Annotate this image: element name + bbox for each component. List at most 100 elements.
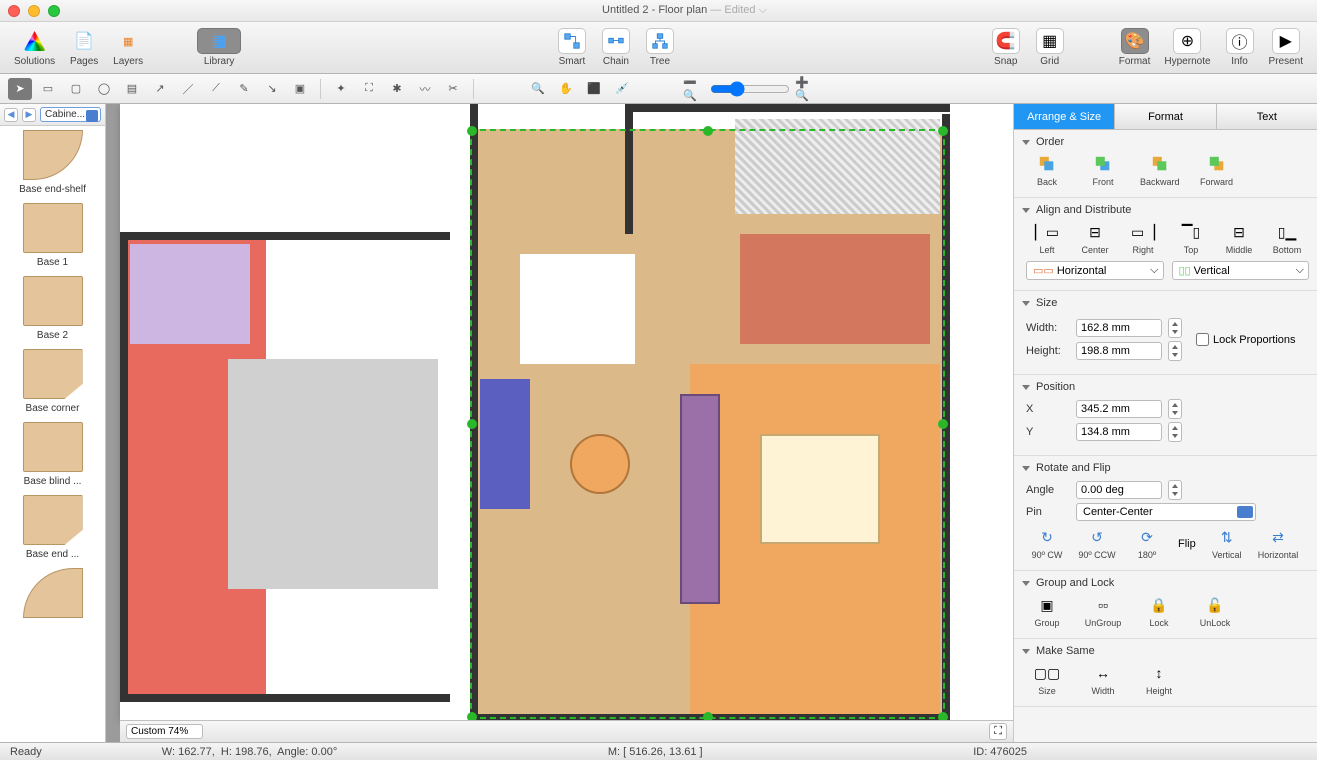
snap-button[interactable]: 🧲Snap (985, 26, 1027, 69)
pen-tool[interactable]: ✎ (232, 78, 256, 100)
resize-handle-e[interactable] (938, 419, 948, 429)
resize-handle-ne[interactable] (938, 126, 948, 136)
library-item[interactable]: Base corner (4, 349, 101, 414)
resize-handle-n[interactable] (703, 126, 713, 136)
height-input[interactable] (1076, 342, 1162, 360)
rect-select-tool[interactable]: ▭ (36, 78, 60, 100)
eyedropper-tool[interactable]: 💉 (610, 78, 634, 100)
flip-vertical-button[interactable]: ⇅Vertical (1208, 527, 1246, 560)
minimize-window-button[interactable] (28, 5, 40, 17)
align-top-button[interactable]: ▔▯Top (1172, 222, 1210, 255)
layers-button[interactable]: ▦Layers (107, 26, 149, 69)
distribute-horizontal-select[interactable]: ▭▭ Horizontal ⌵ (1026, 261, 1164, 280)
pages-button[interactable]: 📄Pages (63, 26, 105, 69)
angle-stepper[interactable] (1168, 480, 1182, 500)
unlock-button[interactable]: 🔓UnLock (1196, 595, 1234, 628)
smart-button[interactable]: Smart (551, 26, 593, 69)
x-input[interactable] (1076, 400, 1162, 418)
section-header-same[interactable]: Make Same (1022, 645, 1309, 657)
resize-handle-w[interactable] (467, 419, 477, 429)
lock-button[interactable]: 🔒Lock (1140, 595, 1178, 628)
order-back-button[interactable]: Back (1028, 154, 1066, 187)
drawing-page[interactable] (120, 104, 1013, 720)
angle-input[interactable] (1076, 481, 1162, 499)
height-stepper[interactable] (1168, 341, 1182, 361)
zoom-in-button[interactable]: ➕🔍 (794, 78, 818, 100)
present-button[interactable]: ▶Present (1263, 26, 1309, 69)
library-item[interactable]: Base end ... (4, 495, 101, 560)
library-item[interactable]: Base 1 (4, 203, 101, 268)
section-header-position[interactable]: Position (1022, 381, 1309, 393)
rect-tool[interactable]: ▢ (64, 78, 88, 100)
zoom-slider[interactable] (710, 81, 790, 97)
same-size-button[interactable]: ▢▢Size (1028, 663, 1066, 696)
library-list[interactable]: Base end-shelf Base 1 Base 2 Base corner… (0, 126, 105, 742)
same-height-button[interactable]: ↕Height (1140, 663, 1178, 696)
fit-icon[interactable]: ⛶ (989, 723, 1007, 740)
align-bottom-button[interactable]: ▯▁Bottom (1268, 222, 1306, 255)
node-tool[interactable]: ✱ (385, 78, 409, 100)
zoom-tool[interactable]: 🔍 (526, 78, 550, 100)
tree-button[interactable]: Tree (639, 26, 681, 69)
same-width-button[interactable]: ↔Width (1084, 663, 1122, 696)
rotate-180-button[interactable]: ⟳180º (1128, 527, 1166, 560)
library-back-button[interactable]: ◀ (4, 108, 18, 122)
group-button[interactable]: ▣Group (1028, 595, 1066, 628)
tab-text[interactable]: Text (1217, 104, 1317, 129)
width-stepper[interactable] (1168, 318, 1182, 338)
order-forward-button[interactable]: Forward (1198, 154, 1236, 187)
align-middle-button[interactable]: ⊟Middle (1220, 222, 1258, 255)
format-panel-button[interactable]: 🎨Format (1113, 26, 1157, 69)
info-button[interactable]: ⓘInfo (1219, 26, 1261, 69)
line-tool[interactable]: ↗ (148, 78, 172, 100)
zoom-select[interactable]: Custom 74% (126, 724, 203, 739)
library-item[interactable]: Base blind ... (4, 422, 101, 487)
segment-tool[interactable]: ／ (176, 78, 200, 100)
canvas[interactable]: Custom 74% ⛶ (106, 104, 1013, 742)
stamp-tool[interactable]: ▣ (288, 78, 312, 100)
order-front-button[interactable]: Front (1084, 154, 1122, 187)
close-window-button[interactable] (8, 5, 20, 17)
break-tool[interactable]: ✂ (441, 78, 465, 100)
zoom-window-button[interactable] (48, 5, 60, 17)
select-tool[interactable]: ➤ (8, 78, 32, 100)
path-tool[interactable]: 〰 (413, 78, 437, 100)
edited-indicator[interactable]: — Edited (710, 4, 755, 16)
section-header-size[interactable]: Size (1022, 297, 1309, 309)
library-button[interactable]: ▦Library (191, 26, 247, 69)
stamp-mode-tool[interactable]: ⬛ (582, 78, 606, 100)
library-item[interactable]: Base 2 (4, 276, 101, 341)
section-header-align[interactable]: Align and Distribute (1022, 204, 1309, 216)
hypernote-button[interactable]: ⊕Hypernote (1158, 26, 1216, 69)
flip-horizontal-button[interactable]: ⇄Horizontal (1258, 527, 1299, 560)
solutions-button[interactable]: Solutions (8, 26, 61, 69)
tab-format[interactable]: Format (1115, 104, 1216, 129)
library-select[interactable]: Cabine... (40, 107, 101, 122)
library-item[interactable]: Base end-shelf (4, 130, 101, 195)
x-stepper[interactable] (1168, 399, 1182, 419)
text-tool[interactable]: ▤ (120, 78, 144, 100)
section-header-order[interactable]: Order (1022, 136, 1309, 148)
ellipse-tool[interactable]: ◯ (92, 78, 116, 100)
section-header-group[interactable]: Group and Lock (1022, 577, 1309, 589)
resize-handle-nw[interactable] (467, 126, 477, 136)
library-item[interactable] (4, 568, 101, 618)
y-input[interactable] (1076, 423, 1162, 441)
y-stepper[interactable] (1168, 422, 1182, 442)
order-backward-button[interactable]: Backward (1140, 154, 1180, 187)
align-right-button[interactable]: ▭▕Right (1124, 222, 1162, 255)
pin-select[interactable]: Center-Center (1076, 503, 1256, 521)
arc-tool[interactable]: ⟋ (204, 78, 228, 100)
tab-arrange[interactable]: Arrange & Size (1014, 104, 1115, 129)
edit-points-tool[interactable]: ✦ (329, 78, 353, 100)
grid-button[interactable]: ▦Grid (1029, 26, 1071, 69)
lock-proportions-checkbox[interactable]: Lock Proportions (1196, 315, 1296, 364)
ungroup-button[interactable]: ▫▫UnGroup (1084, 595, 1122, 628)
section-header-rotate[interactable]: Rotate and Flip (1022, 462, 1309, 474)
width-input[interactable] (1076, 319, 1162, 337)
rotate-cw-button[interactable]: ↻90º CW (1028, 527, 1066, 560)
chain-button[interactable]: Chain (595, 26, 637, 69)
align-left-button[interactable]: ▏▭Left (1028, 222, 1066, 255)
transform-tool[interactable]: ⛶ (357, 78, 381, 100)
distribute-vertical-select[interactable]: ▯▯ Vertical ⌵ (1172, 261, 1310, 280)
